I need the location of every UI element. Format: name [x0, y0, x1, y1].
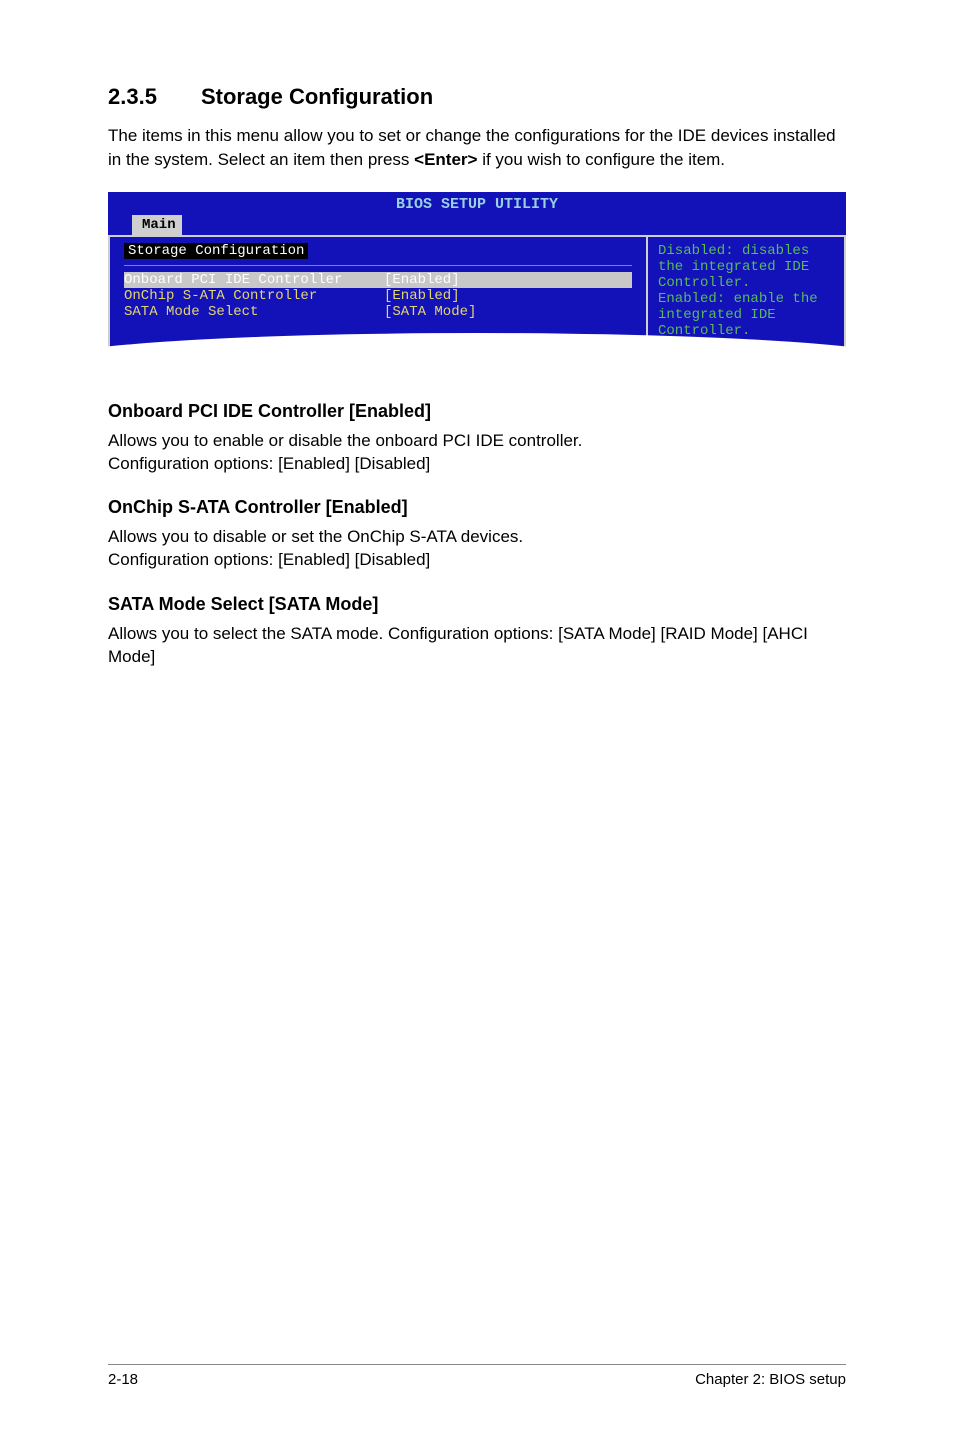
bios-row-value-0: [Enabled] [384, 272, 460, 288]
bios-utility-title: BIOS SETUP UTILITY [108, 192, 846, 213]
section-heading: 2.3.5 Storage Configuration [108, 84, 846, 110]
bios-row-selected: Onboard PCI IDE Controller [Enabled] [124, 272, 632, 288]
subsection-heading-0: Onboard PCI IDE Controller [Enabled] [108, 401, 846, 422]
bios-row: OnChip S-ATA Controller [Enabled] [124, 288, 632, 304]
subsection-heading-1: OnChip S-ATA Controller [Enabled] [108, 497, 846, 518]
bios-help-panel: Disabled: disables the integrated IDE Co… [646, 235, 846, 351]
intro-enter-key: <Enter> [414, 150, 477, 169]
bios-row-label-2: SATA Mode Select [124, 304, 384, 320]
bios-row-value-1: [Enabled] [384, 288, 460, 304]
bios-tab-bar: Main [108, 215, 846, 235]
footer-page-number: 2-18 [108, 1371, 138, 1388]
subsection-body-1: Allows you to disable or set the OnChip … [108, 526, 846, 572]
intro-text-post: if you wish to configure the item. [477, 150, 725, 169]
bios-row-value-2: [SATA Mode] [384, 304, 476, 320]
page-footer: 2-18 Chapter 2: BIOS setup [108, 1364, 846, 1388]
bios-config-title: Storage Configuration [124, 243, 308, 259]
bios-row: SATA Mode Select [SATA Mode] [124, 304, 632, 320]
bios-screenshot: BIOS SETUP UTILITY Main Storage Configur… [108, 192, 846, 351]
subsection-heading-2: SATA Mode Select [SATA Mode] [108, 594, 846, 615]
footer-chapter: Chapter 2: BIOS setup [695, 1371, 846, 1388]
intro-paragraph: The items in this menu allow you to set … [108, 124, 846, 172]
section-title: Storage Configuration [201, 84, 433, 109]
bios-row-label-1: OnChip S-ATA Controller [124, 288, 384, 304]
section-number: 2.3.5 [108, 84, 157, 110]
bios-divider [124, 265, 632, 266]
bios-tab-main: Main [132, 215, 182, 235]
bios-row-label-0: Onboard PCI IDE Controller [124, 272, 384, 288]
subsection-body-0: Allows you to enable or disable the onbo… [108, 430, 846, 476]
subsection-body-2: Allows you to select the SATA mode. Conf… [108, 623, 846, 669]
bios-help-text: Disabled: disables the integrated IDE Co… [658, 243, 834, 339]
